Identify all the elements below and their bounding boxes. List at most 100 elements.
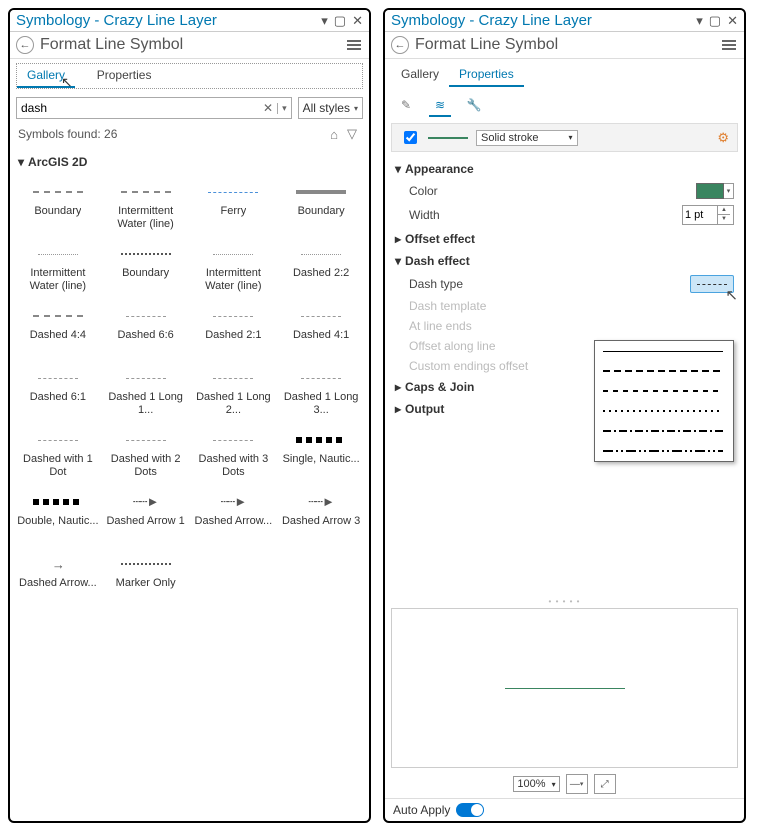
symbol-item[interactable]: Dashed 2:2 bbox=[279, 241, 363, 297]
symbol-swatch bbox=[292, 369, 350, 387]
symbol-item[interactable]: Boundary bbox=[279, 179, 363, 235]
maximize-icon[interactable]: ▢ bbox=[709, 13, 721, 29]
tab-properties[interactable]: Properties bbox=[449, 63, 524, 87]
symbol-swatch bbox=[117, 431, 175, 449]
dash-option-solid[interactable] bbox=[603, 347, 725, 355]
search-dropdown-icon[interactable]: ▾ bbox=[277, 103, 291, 114]
symbol-item[interactable]: ┄┄►Dashed Arrow 3 bbox=[279, 489, 363, 545]
stroke-type-dropdown[interactable]: Solid stroke ▾ bbox=[476, 130, 578, 146]
symbol-item[interactable]: Double, Nautic... bbox=[16, 489, 100, 545]
dash-option-4[interactable] bbox=[603, 427, 725, 435]
close-icon[interactable]: ✕ bbox=[352, 13, 363, 29]
symbol-label: Dashed 4:4 bbox=[30, 329, 86, 355]
auto-apply-toggle[interactable] bbox=[456, 803, 484, 817]
dash-effect-header[interactable]: ▾Dash effect bbox=[395, 250, 734, 272]
symbol-item[interactable]: Ferry bbox=[192, 179, 276, 235]
symbol-swatch bbox=[29, 493, 87, 511]
symbol-item[interactable]: Intermittent Water (line) bbox=[104, 179, 188, 235]
close-icon[interactable]: ✕ bbox=[727, 13, 738, 29]
symbol-item[interactable]: Boundary bbox=[104, 241, 188, 297]
spin-up[interactable]: ▲ bbox=[718, 206, 730, 215]
symbol-item[interactable]: Dashed with 2 Dots bbox=[104, 427, 188, 483]
symbol-swatch: → bbox=[29, 555, 87, 573]
symbol-item[interactable]: Dashed with 1 Dot bbox=[16, 427, 100, 483]
spin-down[interactable]: ▼ bbox=[718, 215, 730, 224]
symbol-item[interactable]: Intermittent Water (line) bbox=[16, 241, 100, 297]
subheader: ← Format Line Symbol bbox=[385, 32, 744, 59]
symbol-item[interactable]: ┄┄►Dashed Arrow... bbox=[192, 489, 276, 545]
zoom-dropdown[interactable]: 100% ▾ bbox=[513, 776, 559, 792]
search-input[interactable] bbox=[17, 101, 259, 115]
symbol-swatch bbox=[29, 369, 87, 387]
symbol-label: Dashed 1 Long 3... bbox=[279, 391, 363, 417]
symbol-item[interactable]: Dashed 1 Long 2... bbox=[192, 365, 276, 421]
menu-icon[interactable] bbox=[720, 38, 738, 52]
symbol-label: Dashed 6:6 bbox=[117, 329, 173, 355]
dash-option-2[interactable] bbox=[603, 387, 725, 395]
tabs: Gallery ↖ Properties bbox=[16, 63, 363, 89]
symbol-item[interactable]: Boundary bbox=[16, 179, 100, 235]
symbol-item[interactable]: Single, Nautic... bbox=[279, 427, 363, 483]
color-dropdown[interactable]: ▾ bbox=[724, 183, 734, 199]
symbol-item[interactable]: Dashed 1 Long 1... bbox=[104, 365, 188, 421]
styles-label: All styles bbox=[303, 101, 350, 115]
symbol-swatch bbox=[204, 369, 262, 387]
tab-gallery[interactable]: Gallery bbox=[17, 64, 75, 88]
symbol-swatch bbox=[117, 369, 175, 387]
dash-type-dropdown[interactable] bbox=[690, 275, 734, 293]
dash-type-popup bbox=[594, 340, 734, 462]
symbol-item[interactable]: ┄┄►Dashed Arrow 1 bbox=[104, 489, 188, 545]
appearance-header[interactable]: ▾Appearance bbox=[395, 158, 734, 180]
subtitle: Format Line Symbol bbox=[40, 36, 345, 54]
tag-icon[interactable]: ⌂ bbox=[325, 125, 343, 143]
color-swatch[interactable] bbox=[696, 183, 724, 199]
symbol-item[interactable]: Dashed 4:4 bbox=[16, 303, 100, 359]
arrow-icon: ┄┄► bbox=[308, 494, 334, 510]
symbol-label: Intermittent Water (line) bbox=[104, 205, 188, 231]
filter-icon[interactable]: ▽ bbox=[343, 125, 361, 143]
tab-gallery[interactable]: Gallery bbox=[391, 63, 449, 87]
brush-icon[interactable]: ✎ bbox=[395, 95, 417, 117]
layers-icon[interactable]: ≋ bbox=[429, 95, 451, 117]
dash-option-1[interactable] bbox=[603, 367, 725, 375]
dropdown-icon[interactable]: ▾ bbox=[321, 13, 328, 29]
back-button[interactable]: ← bbox=[16, 36, 34, 54]
menu-icon[interactable] bbox=[345, 38, 363, 52]
symbol-item[interactable]: Dashed with 3 Dots bbox=[192, 427, 276, 483]
symbol-item[interactable]: Intermittent Water (line) bbox=[192, 241, 276, 297]
symbol-item[interactable]: →Dashed Arrow... bbox=[16, 551, 100, 607]
category-header[interactable]: ▾ ArcGIS 2D bbox=[10, 149, 369, 175]
tab-properties[interactable]: Properties bbox=[87, 64, 162, 88]
symbol-item[interactable]: Dashed 4:1 bbox=[279, 303, 363, 359]
width-input[interactable] bbox=[683, 209, 717, 221]
symbol-label: Boundary bbox=[298, 205, 345, 231]
dash-option-5[interactable] bbox=[603, 447, 725, 455]
symbol-swatch bbox=[292, 431, 350, 449]
gear-icon[interactable]: ⚙ bbox=[717, 130, 729, 146]
symbol-item[interactable]: Dashed 2:1 bbox=[192, 303, 276, 359]
symbol-item[interactable]: Dashed 6:6 bbox=[104, 303, 188, 359]
resize-gripper[interactable]: • • • • • bbox=[385, 598, 744, 604]
symbol-item[interactable]: Marker Only bbox=[104, 551, 188, 607]
layer-visible-checkbox[interactable] bbox=[404, 131, 417, 144]
line-style-button[interactable]: —▾ bbox=[566, 774, 588, 794]
symbol-swatch bbox=[29, 245, 87, 263]
back-button[interactable]: ← bbox=[391, 36, 409, 54]
symbol-label: Boundary bbox=[34, 205, 81, 231]
styles-dropdown[interactable]: All styles ▾ bbox=[298, 97, 363, 119]
symbol-swatch bbox=[117, 183, 175, 201]
wrench-icon[interactable]: 🔧 bbox=[463, 95, 485, 117]
symbol-swatch bbox=[117, 245, 175, 263]
dropdown-icon[interactable]: ▾ bbox=[696, 13, 703, 29]
symbol-swatch bbox=[204, 183, 262, 201]
maximize-icon[interactable]: ▢ bbox=[334, 13, 346, 29]
title-bar: Symbology - Crazy Line Layer ▾ ▢ ✕ bbox=[10, 10, 369, 32]
clear-search-icon[interactable]: ✕ bbox=[259, 101, 277, 115]
symbol-label: Dashed 4:1 bbox=[293, 329, 349, 355]
actual-size-button[interactable]: ⤢ bbox=[594, 774, 616, 794]
symbol-label: Intermittent Water (line) bbox=[16, 267, 100, 293]
dash-option-3[interactable] bbox=[603, 407, 725, 415]
symbol-item[interactable]: Dashed 1 Long 3... bbox=[279, 365, 363, 421]
offset-effect-header[interactable]: ▸Offset effect bbox=[395, 228, 734, 250]
symbol-item[interactable]: Dashed 6:1 bbox=[16, 365, 100, 421]
